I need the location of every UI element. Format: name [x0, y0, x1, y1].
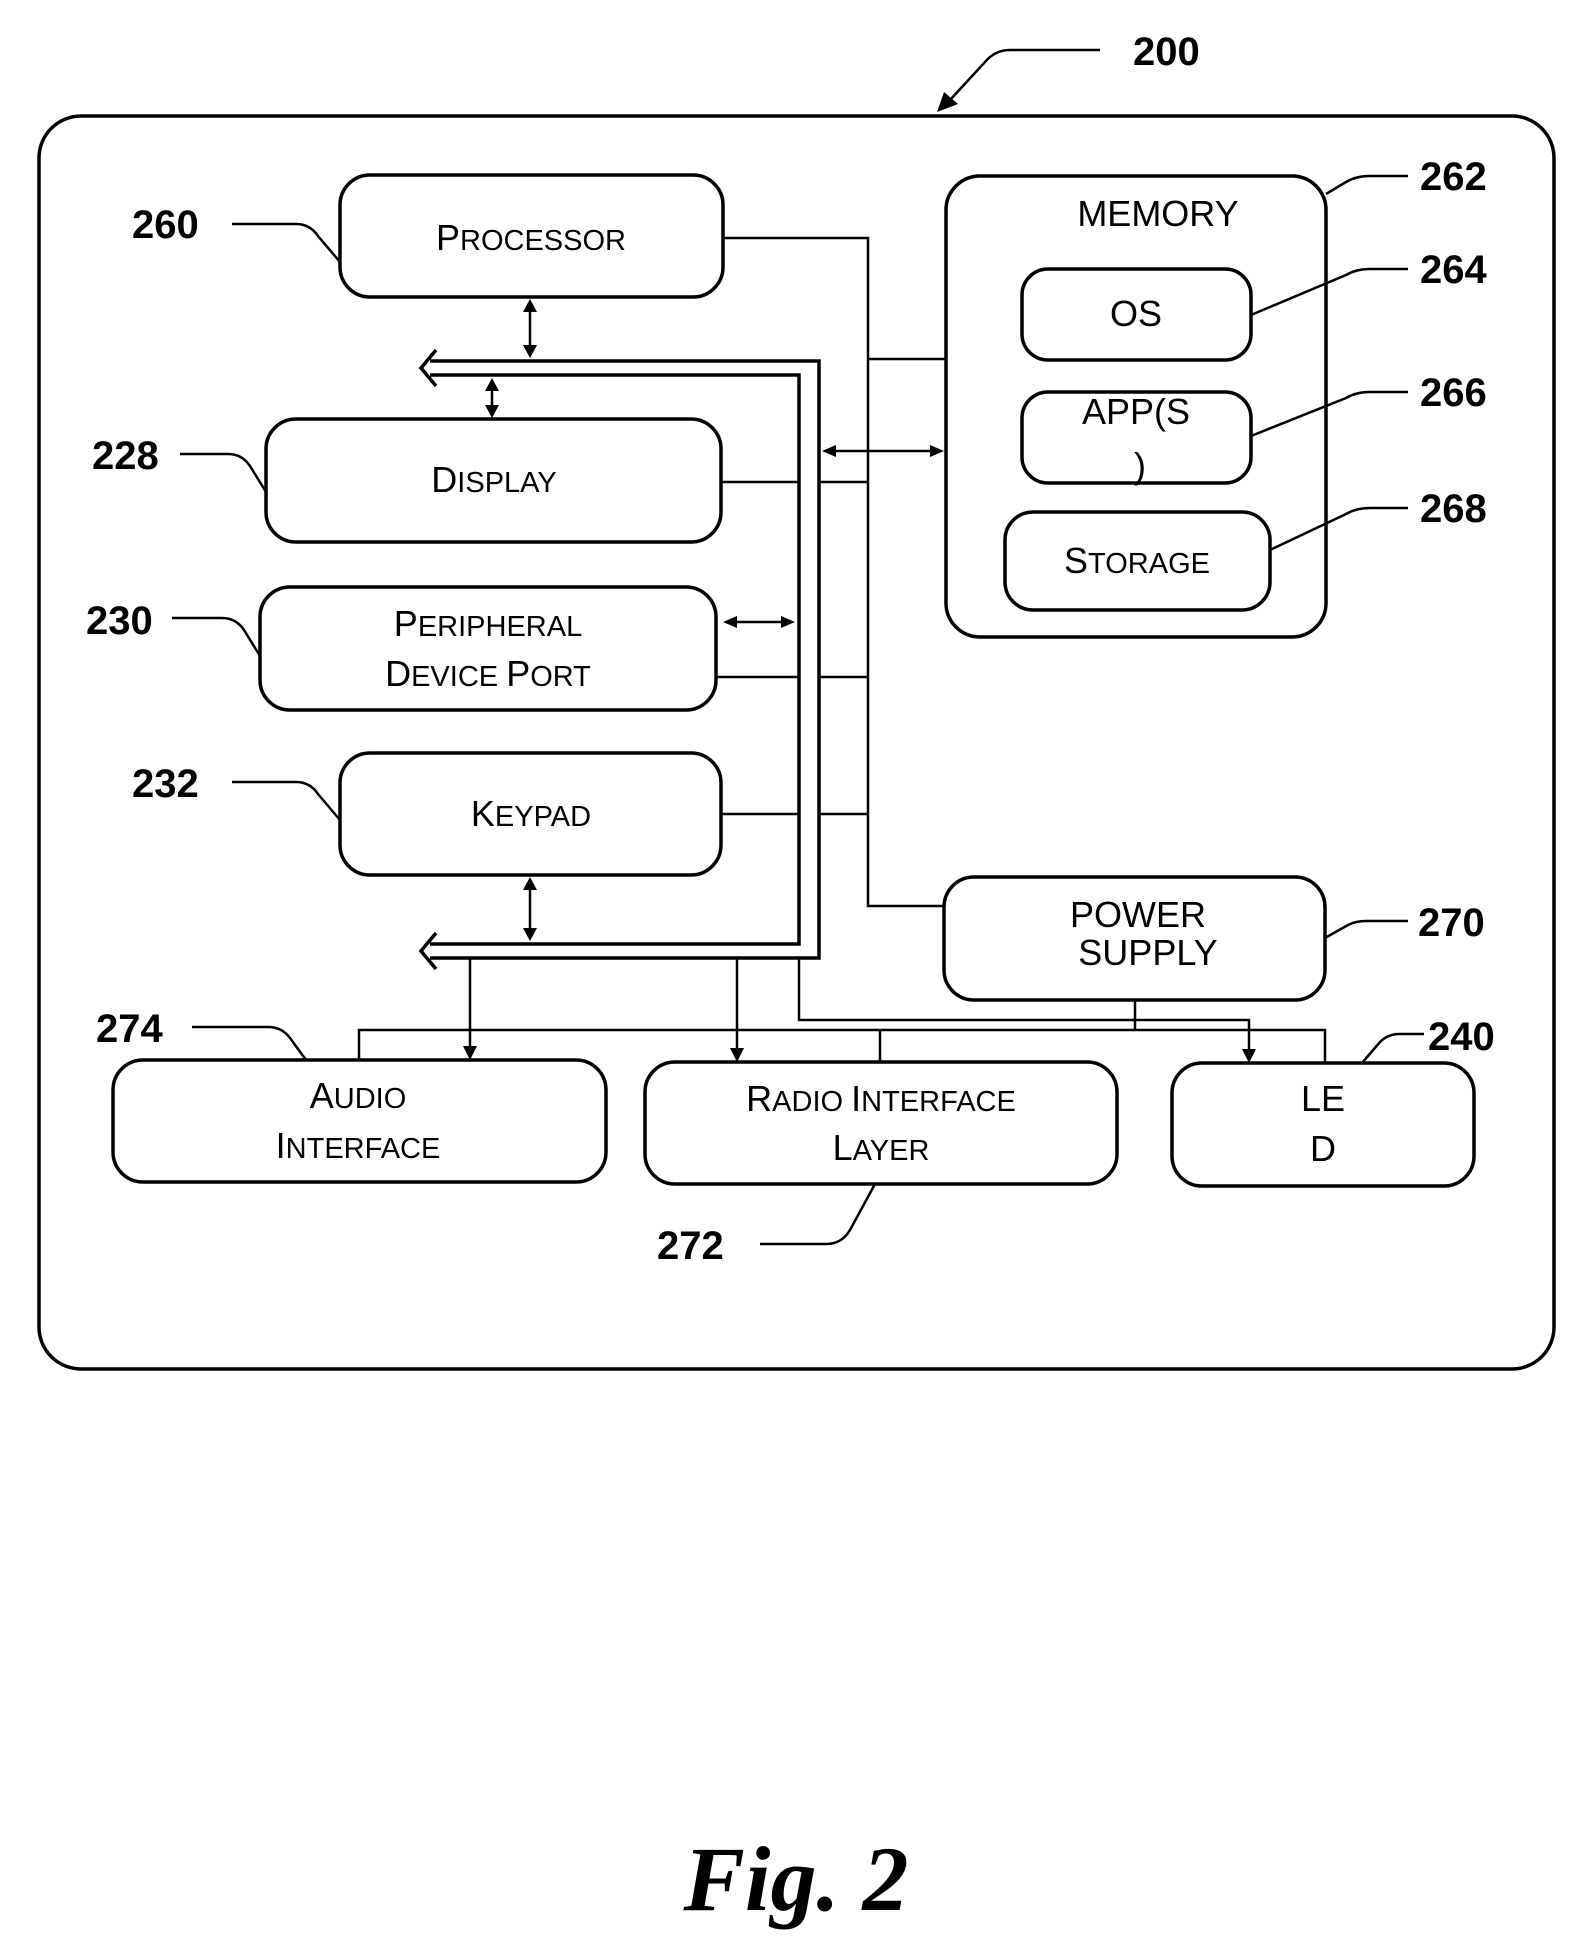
os-label: OS — [1110, 293, 1162, 334]
display-block: DISPLAY — [264, 417, 723, 544]
apps-label-line1: APP(S — [1082, 391, 1190, 432]
ref-270-leader — [1324, 919, 1408, 940]
ref-260-leader — [232, 222, 341, 263]
audio-interface-block: AUDIO INTERFACE — [111, 1058, 608, 1184]
led-label-line1: LE — [1301, 1078, 1345, 1119]
ref-240: 240 — [1428, 1015, 1495, 1059]
power-supply-block: POWER SUPPLY — [942, 875, 1327, 1002]
led-label-line2: D — [1310, 1128, 1336, 1169]
keypad-block: KEYPAD — [338, 751, 723, 877]
ref-230: 230 — [86, 599, 153, 643]
radio-interface-layer-block: RADIO INTERFACE LAYER — [643, 1060, 1119, 1186]
ref-266: 266 — [1420, 371, 1487, 415]
peripheral-device-port-block: PERIPHERAL DEVICE PORT — [258, 585, 718, 712]
power-supply-label-line1: POWER — [1070, 894, 1206, 935]
apps-label-line2: ) — [1134, 445, 1146, 486]
power-distribution-bar — [357, 1028, 1327, 1063]
ref-228: 228 — [92, 434, 159, 478]
ref-270: 270 — [1418, 901, 1485, 945]
ref-230-leader — [172, 616, 262, 657]
ref-264: 264 — [1420, 248, 1487, 292]
led-block: LE D — [1170, 1061, 1476, 1188]
figure-caption: Fig. 2 — [683, 1828, 909, 1930]
ref-274-leader — [192, 1025, 308, 1061]
block-diagram: 200 PROCESSOR 260 DISPLAY 228 PERIPHERAL… — [37, 30, 1556, 1930]
ref-240-leader — [1361, 1032, 1424, 1064]
ref-274: 274 — [96, 1007, 163, 1051]
ref-272: 272 — [657, 1224, 724, 1268]
ref-262-leader — [1325, 174, 1408, 196]
ref-200-leader — [949, 48, 1100, 101]
ref-272-leader — [760, 1183, 877, 1246]
ref-232-leader — [232, 780, 341, 821]
ref-200: 200 — [1133, 30, 1200, 74]
power-rail — [723, 236, 944, 908]
ref-262: 262 — [1420, 155, 1487, 199]
bus-top-left-arrow — [418, 348, 438, 388]
memory-block: MEMORY OS APP(S ) STORAGE — [944, 174, 1328, 639]
memory-label: MEMORY — [1077, 193, 1238, 234]
processor-block: PROCESSOR — [338, 173, 725, 299]
ref-232: 232 — [132, 762, 199, 806]
ref-228-leader — [180, 452, 268, 493]
ref-268: 268 — [1420, 487, 1487, 531]
power-supply-label-line2: SUPPLY — [1078, 932, 1217, 973]
bus-bottom-left-arrow — [418, 931, 438, 971]
ref-260: 260 — [132, 203, 199, 247]
